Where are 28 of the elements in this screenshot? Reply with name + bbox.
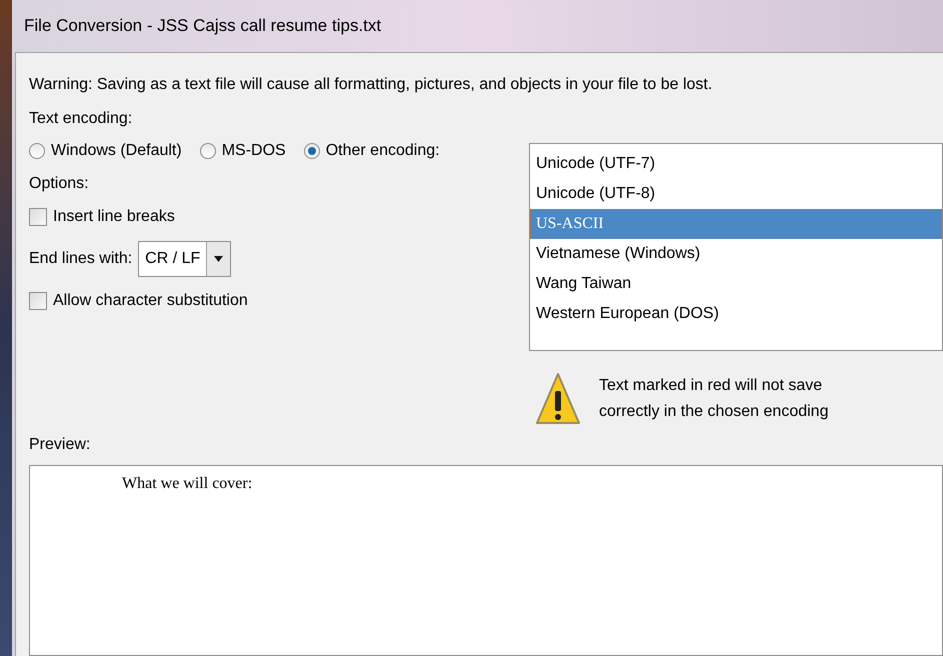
- caret-icon: [214, 256, 224, 262]
- checkbox-label[interactable]: Allow character substitution: [53, 289, 248, 313]
- list-item[interactable]: Unicode (UTF-7): [530, 149, 942, 179]
- warning-text: Warning: Saving as a text file will cause all formatting, pictures, and objects in your file to be lost.: [29, 75, 714, 95]
- checkbox[interactable]: [29, 208, 47, 226]
- radio-label[interactable]: Other encoding:: [326, 139, 440, 163]
- radio-label[interactable]: Windows (Default): [51, 139, 182, 163]
- warning-icon: [535, 371, 581, 427]
- list-item[interactable]: Vietnamese (Windows): [530, 239, 942, 269]
- section-label: Text encoding:: [29, 109, 132, 129]
- list-item[interactable]: Western European (DOS): [530, 299, 942, 329]
- preview-text: What we will cover:: [122, 475, 252, 492]
- list-item[interactable]: US-ASCII: [530, 209, 942, 239]
- section-label: Options:: [29, 174, 89, 194]
- encoding-list[interactable]: Unicode (UTF-7) Unicode (UTF-8) US-ASCII Vietnamese (Windows) Wang Taiwan Western European (DOS): [529, 143, 943, 351]
- list-item[interactable]: Unicode (UTF-8): [530, 179, 942, 209]
- list-item[interactable]: Wang Taiwan: [530, 269, 942, 299]
- encoding-note: Text marked in red will not save correctly in the chosen encoding: [599, 376, 830, 422]
- preview-label: Preview:: [29, 435, 90, 455]
- radio-button[interactable]: [304, 143, 320, 159]
- radio-button[interactable]: [200, 143, 216, 159]
- line-ending-dropdown[interactable]: CR / LF: [138, 241, 232, 277]
- radio-button[interactable]: [29, 143, 45, 159]
- window-title: File Conversion - JSS Cajss call resume tips.txt: [24, 15, 382, 38]
- checkbox[interactable]: [29, 292, 47, 310]
- radio-label[interactable]: MS-DOS: [222, 139, 286, 163]
- checkbox-label[interactable]: Insert line breaks: [53, 205, 175, 229]
- dropdown-label: End lines with:: [29, 249, 132, 269]
